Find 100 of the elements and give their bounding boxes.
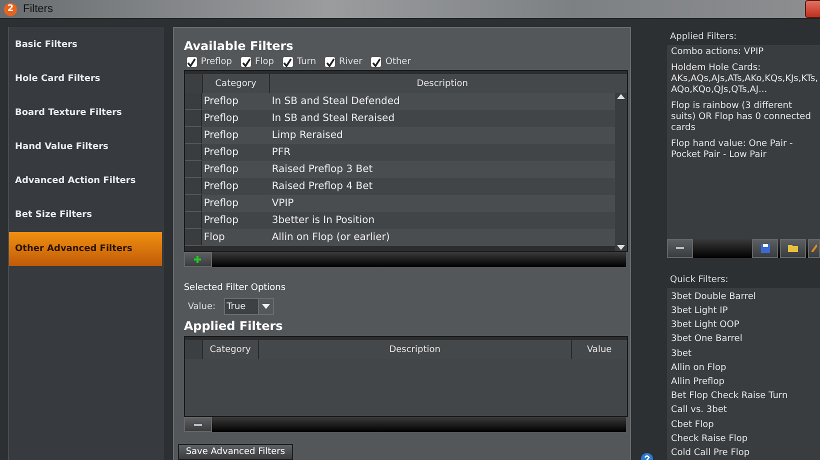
- street-checkbox[interactable]: Flop: [241, 57, 274, 67]
- table-cell-text: Raised Preflop 3 Bet: [270, 163, 374, 177]
- quick-filter-item[interactable]: Check Raise Flop: [671, 432, 820, 446]
- table-cell-text: 3better is In Position: [270, 214, 376, 228]
- table-row[interactable]: Preflop PFR: [184, 144, 615, 161]
- section-title: Applied Filters: [184, 319, 284, 333]
- table-row[interactable]: Preflop In SB and Steal Defended: [184, 93, 615, 110]
- quick-filter-item[interactable]: Call vs. 3bet: [671, 403, 820, 418]
- row-header[interactable]: [184, 144, 202, 161]
- quick-filter-item[interactable]: Cbet Flop: [671, 417, 820, 432]
- quick-filter-item[interactable]: 3bet One Barrel: [671, 332, 820, 346]
- table-cell-text: Allin on Flop (or earlier): [270, 231, 391, 245]
- table-cell-text: Preflop: [202, 163, 240, 177]
- table-cell-text: VPIP: [270, 197, 295, 211]
- table-row[interactable]: Preflop In SB and Steal Reraised: [184, 110, 615, 127]
- sidebar-item[interactable]: Board Texture Filters: [9, 96, 164, 130]
- checkbox-label: Other: [385, 57, 411, 67]
- quick-filter-item[interactable]: 3bet: [671, 346, 820, 361]
- checkbox[interactable]: [325, 57, 336, 67]
- open-button[interactable]: [780, 238, 806, 258]
- minus-icon: [194, 424, 202, 426]
- save-button[interactable]: [752, 238, 778, 258]
- quick-filter-item[interactable]: 3bet Light IP: [671, 304, 820, 318]
- row-header[interactable]: [184, 161, 202, 178]
- table-cell-text: Preflop: [202, 214, 240, 228]
- folder-icon: [788, 244, 798, 252]
- row-header[interactable]: [184, 127, 202, 144]
- table-row[interactable]: Preflop Raised Preflop 3 Bet: [184, 161, 615, 178]
- checkbox[interactable]: [241, 57, 252, 67]
- street-checkbox[interactable]: Turn: [282, 57, 316, 67]
- table-row[interactable]: Preflop 3better is In Position: [184, 212, 615, 229]
- applied-filter-item: Combo actions: VPIP: [671, 47, 765, 58]
- sidebar-item[interactable]: Advanced Action Filters: [9, 164, 164, 198]
- check-icon: [372, 58, 381, 66]
- table-cell-text: Limp Reraised: [270, 129, 344, 143]
- quick-filter-item[interactable]: 3bet Light OOP: [671, 318, 820, 332]
- close-button[interactable]: [805, 0, 820, 18]
- check-icon: [242, 58, 251, 66]
- check-icon: [283, 58, 292, 66]
- sidebar-item[interactable]: Hand Value Filters: [9, 130, 164, 164]
- section-subtitle: Selected Filter Options: [184, 283, 287, 293]
- quick-filter-item[interactable]: Allin on Flop: [671, 360, 820, 375]
- row-header[interactable]: [184, 178, 202, 195]
- table-cell-text: In SB and Steal Defended: [270, 95, 401, 109]
- table-row[interactable]: Flop Allin on Flop (or earlier): [184, 229, 615, 246]
- applied-filter-item: Holdem Hole Cards: AKs,AQs,AJs,ATs,AKo,KQs,KJs,KTs, AQo,KQo,QJs,QTs,AJ...: [671, 63, 819, 96]
- table-cell-text: Preflop: [202, 95, 240, 109]
- row-header[interactable]: [184, 229, 202, 246]
- sidebar-item[interactable]: Bet Size Filters: [9, 198, 164, 232]
- window-title: Filters: [23, 3, 53, 15]
- value-dropdown[interactable]: True: [224, 298, 274, 315]
- sidebar-item[interactable]: Other Advanced Filters: [9, 232, 162, 266]
- app-logo: 2: [4, 2, 17, 16]
- table-cell-text: In SB and Steal Reraised: [270, 112, 396, 126]
- applied-filter-item: Flop hand value: One Pair - Pocket Pair - Low Pair: [671, 139, 794, 161]
- table-cell-text: Preflop: [202, 112, 240, 126]
- checkbox-label: Turn: [296, 57, 316, 67]
- panel-title: Quick Filters:: [670, 274, 730, 285]
- table-row[interactable]: Preflop Limp Reraised: [184, 127, 615, 144]
- table-row[interactable]: Preflop VPIP: [184, 195, 615, 212]
- table-row[interactable]: Preflop Raised Preflop 4 Bet: [184, 178, 615, 195]
- street-checkbox[interactable]: River: [325, 57, 362, 67]
- checkbox[interactable]: [186, 57, 197, 67]
- table-cell-text: Raised Preflop 4 Bet: [270, 180, 374, 194]
- check-icon: [187, 58, 196, 66]
- table-cell-text: Preflop: [202, 129, 240, 143]
- minus-icon: [676, 247, 684, 250]
- checkbox[interactable]: [371, 57, 382, 67]
- plus-icon: [194, 256, 202, 263]
- table-cell-text: Preflop: [202, 146, 240, 160]
- sidebar-item[interactable]: Hole Card Filters: [9, 62, 164, 96]
- checkbox-label: Flop: [255, 57, 274, 67]
- street-checkbox[interactable]: Preflop: [186, 57, 232, 67]
- quick-filter-item[interactable]: 3bet Double Barrel: [671, 290, 820, 304]
- table-cell-text: Flop: [202, 231, 226, 245]
- checkbox[interactable]: [282, 57, 293, 67]
- checkbox-label: Preflop: [200, 57, 232, 67]
- edit-button[interactable]: [808, 238, 820, 258]
- row-header[interactable]: [184, 195, 202, 212]
- pencil-icon: [811, 244, 817, 252]
- add-button[interactable]: [184, 252, 212, 267]
- row-header[interactable]: [184, 93, 202, 110]
- table-cell-text: PFR: [270, 146, 292, 160]
- remove-button[interactable]: [184, 417, 212, 432]
- table-cell-text: Preflop: [202, 180, 240, 194]
- checkbox-label: River: [339, 57, 362, 67]
- quick-filter-item[interactable]: Bet Flop Check Raise Turn: [671, 389, 820, 404]
- sidebar-item[interactable]: Basic Filters: [9, 28, 164, 62]
- quick-filter-item[interactable]: Allin Preflop: [671, 374, 820, 390]
- applied-filter-item: Flop is rainbow (3 different suits) OR Flop has 0 connected cards: [671, 101, 812, 134]
- remove-button[interactable]: [667, 238, 693, 258]
- table-cell-text: Preflop: [202, 197, 240, 211]
- caret-icon: [262, 304, 270, 309]
- panel-title: Applied Filters:: [670, 32, 738, 42]
- street-checkbox[interactable]: Other: [371, 57, 411, 67]
- row-header[interactable]: [184, 212, 202, 229]
- row-header[interactable]: [184, 110, 202, 127]
- quick-filter-item[interactable]: Cold Call Pre Flop: [671, 446, 820, 460]
- save-button[interactable]: Save Advanced Filters: [178, 444, 294, 460]
- check-icon: [326, 58, 335, 66]
